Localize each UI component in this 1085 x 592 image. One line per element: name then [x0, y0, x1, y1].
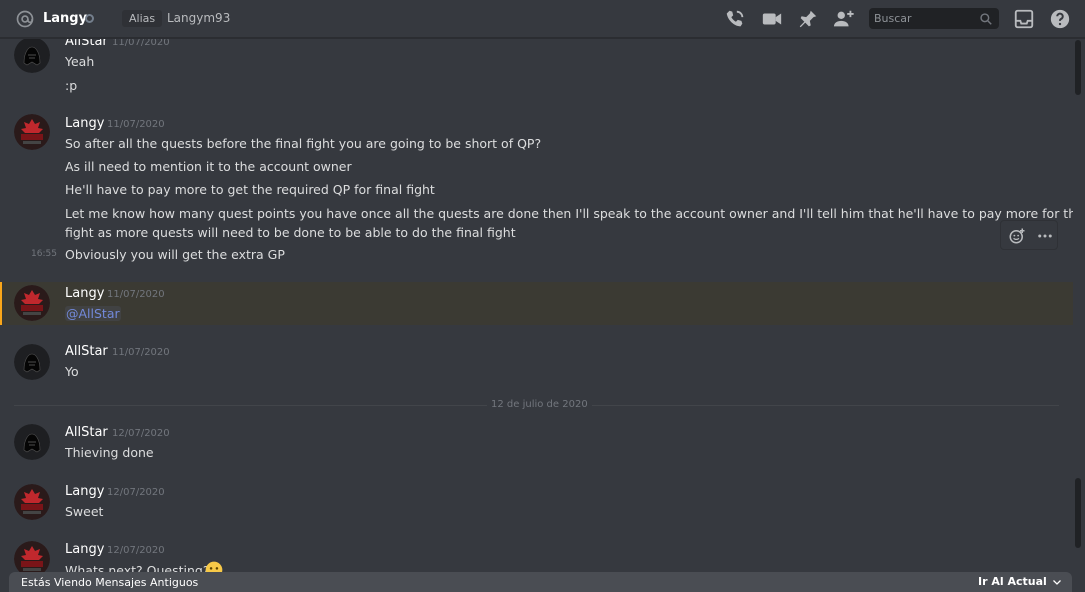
message-list: AllStar 11/07/2020 Yeah :p Langy 11/07/2… [0, 39, 1073, 579]
message-text: fight as more quests will need to be don… [65, 225, 516, 240]
message-timestamp: 11/07/2020 [107, 119, 165, 130]
search-icon[interactable] [979, 12, 993, 26]
scrollbar-thumb[interactable] [1075, 478, 1081, 548]
message-author[interactable]: AllStar [65, 344, 108, 359]
pin-icon[interactable] [797, 8, 819, 30]
avatar[interactable] [14, 344, 50, 380]
alias-value: Langym93 [167, 11, 231, 25]
message-text: Yeah [65, 54, 95, 69]
inbox-icon[interactable] [1013, 8, 1035, 30]
at-icon [16, 10, 34, 28]
message-text: Let me know how many quest points you ha… [65, 206, 1073, 221]
message-author[interactable]: AllStar [65, 39, 108, 49]
add-reaction-icon[interactable] [1008, 227, 1026, 245]
message-timestamp: 11/07/2020 [107, 289, 165, 300]
add-member-icon[interactable] [833, 8, 855, 30]
message-text: He'll have to pay more to get the requir… [65, 182, 435, 197]
voice-call-icon[interactable] [724, 8, 746, 30]
chevron-down-icon[interactable] [1051, 576, 1063, 588]
message-author[interactable]: AllStar [65, 425, 108, 440]
avatar[interactable] [14, 424, 50, 460]
dm-user-name: Langy [43, 11, 88, 26]
help-icon[interactable] [1049, 8, 1071, 30]
message-actions-bar [1000, 220, 1058, 250]
video-call-icon[interactable] [761, 8, 783, 30]
channel-header: Langy Alias Langym93 [0, 0, 1085, 38]
message-timestamp: 11/07/2020 [112, 39, 170, 48]
message-timestamp: 12/07/2020 [112, 428, 170, 439]
date-divider-label: 12 de julio de 2020 [487, 399, 592, 410]
scrollbar-thumb[interactable] [1075, 40, 1081, 95]
message-author[interactable]: Langy [65, 484, 104, 499]
avatar[interactable] [14, 114, 50, 150]
message-text: As ill need to mention it to the account… [65, 159, 352, 174]
old-messages-label: Estás Viendo Mensajes Antiguos [21, 576, 199, 589]
more-options-icon[interactable] [1036, 227, 1054, 245]
user-mention[interactable]: @AllStar [65, 306, 121, 321]
message-text: So after all the quests before the final… [65, 136, 542, 151]
message-text: @AllStar [65, 304, 121, 323]
message-timestamp: 11/07/2020 [112, 347, 170, 358]
message-text: :p [65, 78, 78, 93]
jump-to-present-button[interactable]: Ir Al Actual [978, 575, 1047, 588]
message-author[interactable]: Langy [65, 116, 104, 131]
message-text: Sweet [65, 504, 104, 519]
alias-label: Alias [122, 10, 163, 27]
message-text: Yo [65, 364, 79, 379]
message-timestamp: 12/07/2020 [107, 545, 165, 556]
search-box[interactable] [869, 8, 999, 29]
avatar[interactable] [14, 484, 50, 520]
message-author[interactable]: Langy [65, 286, 104, 301]
message-author[interactable]: Langy [65, 542, 104, 557]
avatar[interactable] [14, 39, 50, 73]
message-text: Obviously you will get the extra GP [65, 247, 285, 262]
message-text: Thieving done [65, 445, 154, 460]
hover-timestamp: 16:55 [31, 249, 57, 259]
status-icon [85, 14, 94, 23]
message-timestamp: 12/07/2020 [107, 487, 165, 498]
avatar[interactable] [14, 285, 50, 321]
old-messages-bar: Estás Viendo Mensajes Antiguos Ir Al Act… [9, 572, 1072, 592]
search-input[interactable] [869, 8, 979, 29]
